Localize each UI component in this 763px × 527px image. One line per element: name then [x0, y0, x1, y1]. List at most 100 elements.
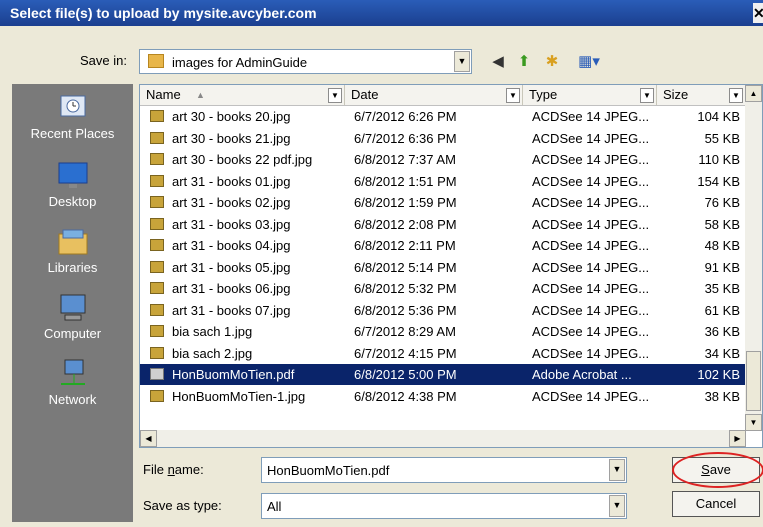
file-name-input[interactable]: HonBuomMoTien.pdf ▼	[261, 457, 627, 483]
file-date: 6/8/2012 5:14 PM	[354, 259, 457, 275]
chevron-down-icon[interactable]: ▼	[506, 88, 520, 103]
file-size: 38 KB	[704, 388, 740, 404]
column-header-type[interactable]: Type ▼	[523, 85, 657, 105]
column-header-date[interactable]: Date ▼	[345, 85, 523, 105]
horizontal-scrollbar[interactable]: ◀ ▶	[140, 430, 746, 447]
table-row[interactable]: HonBuomMoTien.pdf 6/8/2012 5:00 PM Adobe A…	[140, 364, 746, 385]
network-icon	[60, 359, 85, 385]
chevron-down-icon[interactable]: ▼	[328, 88, 342, 103]
file-type: ACDSee 14 JPEG...	[532, 195, 650, 210]
jpg-file-icon	[150, 131, 164, 144]
place-computer[interactable]: Computer	[12, 292, 133, 341]
highlight-oval	[672, 452, 763, 488]
chevron-down-icon[interactable]: ▼	[454, 51, 470, 72]
table-row[interactable]: art 30 - books 22 pdf.jpg 6/8/2012 7:37 A…	[140, 149, 746, 170]
file-type: ACDSee 14 JPEG...	[532, 388, 650, 404]
file-name: bia sach 2.jpg	[172, 345, 253, 361]
place-label: Desktop	[48, 194, 97, 209]
file-type: ACDSee 14 JPEG...	[532, 152, 650, 167]
jpg-file-icon	[150, 282, 164, 294]
vertical-scrollbar[interactable]: ▲ ▼	[745, 85, 762, 431]
table-row[interactable]: art 31 - books 05.jpg 6/8/2012 5:14 PM ACD…	[140, 257, 746, 278]
file-type: ACDSee 14 JPEG...	[532, 259, 650, 275]
table-row[interactable]: bia sach 2.jpg 6/7/2012 4:15 PM ACDSee 14 …	[140, 343, 746, 364]
table-row[interactable]: bia sach 1.jpg 6/7/2012 8:29 AM ACDSee 14 …	[140, 321, 746, 342]
table-row[interactable]: art 30 - books 20.jpg 6/7/2012 6:26 PM ACD…	[140, 106, 746, 127]
cancel-button[interactable]: Cancel	[672, 491, 760, 517]
file-upload-dialog: Select file(s) to upload by mysite.avcyb…	[0, 0, 763, 527]
file-type: ACDSee 14 JPEG...	[532, 216, 650, 232]
jpg-file-icon	[150, 303, 164, 316]
desktop-icon	[58, 162, 87, 188]
jpg-file-icon	[150, 325, 164, 337]
scroll-down-icon[interactable]: ▼	[745, 414, 762, 431]
computer-icon	[60, 294, 85, 321]
table-row[interactable]: art 31 - books 04.jpg 6/8/2012 2:11 PM ACD…	[140, 235, 746, 256]
view-menu-icon[interactable]: ▦▾	[572, 52, 606, 72]
file-name: art 31 - books 06.jpg	[172, 281, 291, 296]
chevron-down-icon[interactable]: ▼	[729, 88, 743, 103]
chevron-down-icon[interactable]: ▼	[609, 495, 625, 517]
place-network[interactable]: Network	[12, 358, 133, 407]
file-name: art 31 - books 05.jpg	[172, 259, 291, 275]
file-type: ACDSee 14 JPEG...	[532, 109, 650, 124]
file-type: ACDSee 14 JPEG...	[532, 238, 650, 253]
save-in-dropdown[interactable]: images for AdminGuide ▼	[139, 49, 472, 74]
place-recent-places[interactable]: Recent Places	[12, 92, 133, 141]
file-date: 6/8/2012 4:38 PM	[354, 388, 457, 404]
place-label: Computer	[43, 326, 102, 341]
column-header-row: Name ▲ ▼ Date ▼ Type ▼ Size ▼	[140, 85, 746, 106]
save-as-type-select[interactable]: All ▼	[261, 493, 627, 519]
file-name-label: File name:	[143, 462, 204, 477]
libraries-icon	[58, 229, 87, 255]
file-type: Adobe Acrobat ...	[532, 367, 632, 382]
table-row[interactable]: art 30 - books 21.jpg 6/7/2012 6:36 PM ACD…	[140, 128, 746, 149]
file-size: 104 KB	[697, 109, 740, 124]
save-as-type-label: Save as type:	[143, 498, 222, 513]
table-row[interactable]: art 31 - books 06.jpg 6/8/2012 5:32 PM ACD…	[140, 278, 746, 299]
file-name: art 31 - books 01.jpg	[172, 173, 291, 189]
table-row[interactable]: HonBuomMoTien-1.jpg 6/8/2012 4:38 PM ACDSe…	[140, 386, 746, 407]
place-desktop[interactable]: Desktop	[12, 160, 133, 209]
file-size: 55 KB	[704, 130, 740, 146]
place-libraries[interactable]: Libraries	[12, 226, 133, 275]
file-size: 58 KB	[704, 216, 740, 232]
scroll-thumb[interactable]	[746, 351, 761, 411]
table-row[interactable]: art 31 - books 01.jpg 6/8/2012 1:51 PM ACD…	[140, 171, 746, 192]
file-date: 6/7/2012 4:15 PM	[354, 345, 457, 361]
place-label: Network	[48, 392, 97, 407]
file-date: 6/8/2012 7:37 AM	[354, 152, 456, 167]
new-folder-icon[interactable]: ✱	[542, 52, 562, 72]
jpg-file-icon	[150, 217, 164, 230]
chevron-down-icon[interactable]: ▼	[609, 459, 625, 481]
file-name: HonBuomMoTien.pdf	[172, 367, 295, 382]
file-type: ACDSee 14 JPEG...	[532, 302, 650, 318]
file-type: ACDSee 14 JPEG...	[532, 345, 650, 361]
close-button[interactable]: ✕	[753, 3, 763, 23]
file-size: 91 KB	[704, 259, 740, 275]
file-date: 6/8/2012 1:51 PM	[354, 173, 457, 189]
file-date: 6/8/2012 5:00 PM	[354, 367, 457, 382]
file-date: 6/8/2012 5:36 PM	[354, 302, 457, 318]
chevron-down-icon[interactable]: ▼	[640, 88, 654, 103]
back-icon[interactable]: ◀	[488, 52, 508, 72]
scroll-up-icon[interactable]: ▲	[745, 85, 762, 102]
save-in-label: Save in:	[80, 53, 127, 68]
title-bar: Select file(s) to upload by mysite.avcyb…	[0, 0, 763, 26]
file-name: art 30 - books 21.jpg	[172, 130, 291, 146]
table-row[interactable]: art 31 - books 07.jpg 6/8/2012 5:36 PM ACD…	[140, 300, 746, 321]
up-folder-icon[interactable]: ⬆	[514, 52, 534, 72]
jpg-file-icon	[150, 174, 164, 187]
scroll-right-icon[interactable]: ▶	[729, 430, 746, 447]
file-list[interactable]: Name ▲ ▼ Date ▼ Type ▼ Size ▼ art 30 - books…	[139, 84, 763, 448]
file-date: 6/8/2012 1:59 PM	[354, 195, 457, 210]
file-size: 34 KB	[704, 345, 740, 361]
place-label: Recent Places	[30, 126, 115, 141]
column-header-name[interactable]: Name ▲ ▼	[140, 85, 345, 105]
dialog-title: Select file(s) to upload by mysite.avcyb…	[10, 5, 317, 21]
jpg-file-icon	[150, 110, 164, 122]
scroll-left-icon[interactable]: ◀	[140, 430, 157, 447]
table-row[interactable]: art 31 - books 03.jpg 6/8/2012 2:08 PM ACD…	[140, 214, 746, 235]
table-row[interactable]: art 31 - books 02.jpg 6/8/2012 1:59 PM ACD…	[140, 192, 746, 213]
column-header-size[interactable]: Size ▼	[657, 85, 746, 105]
